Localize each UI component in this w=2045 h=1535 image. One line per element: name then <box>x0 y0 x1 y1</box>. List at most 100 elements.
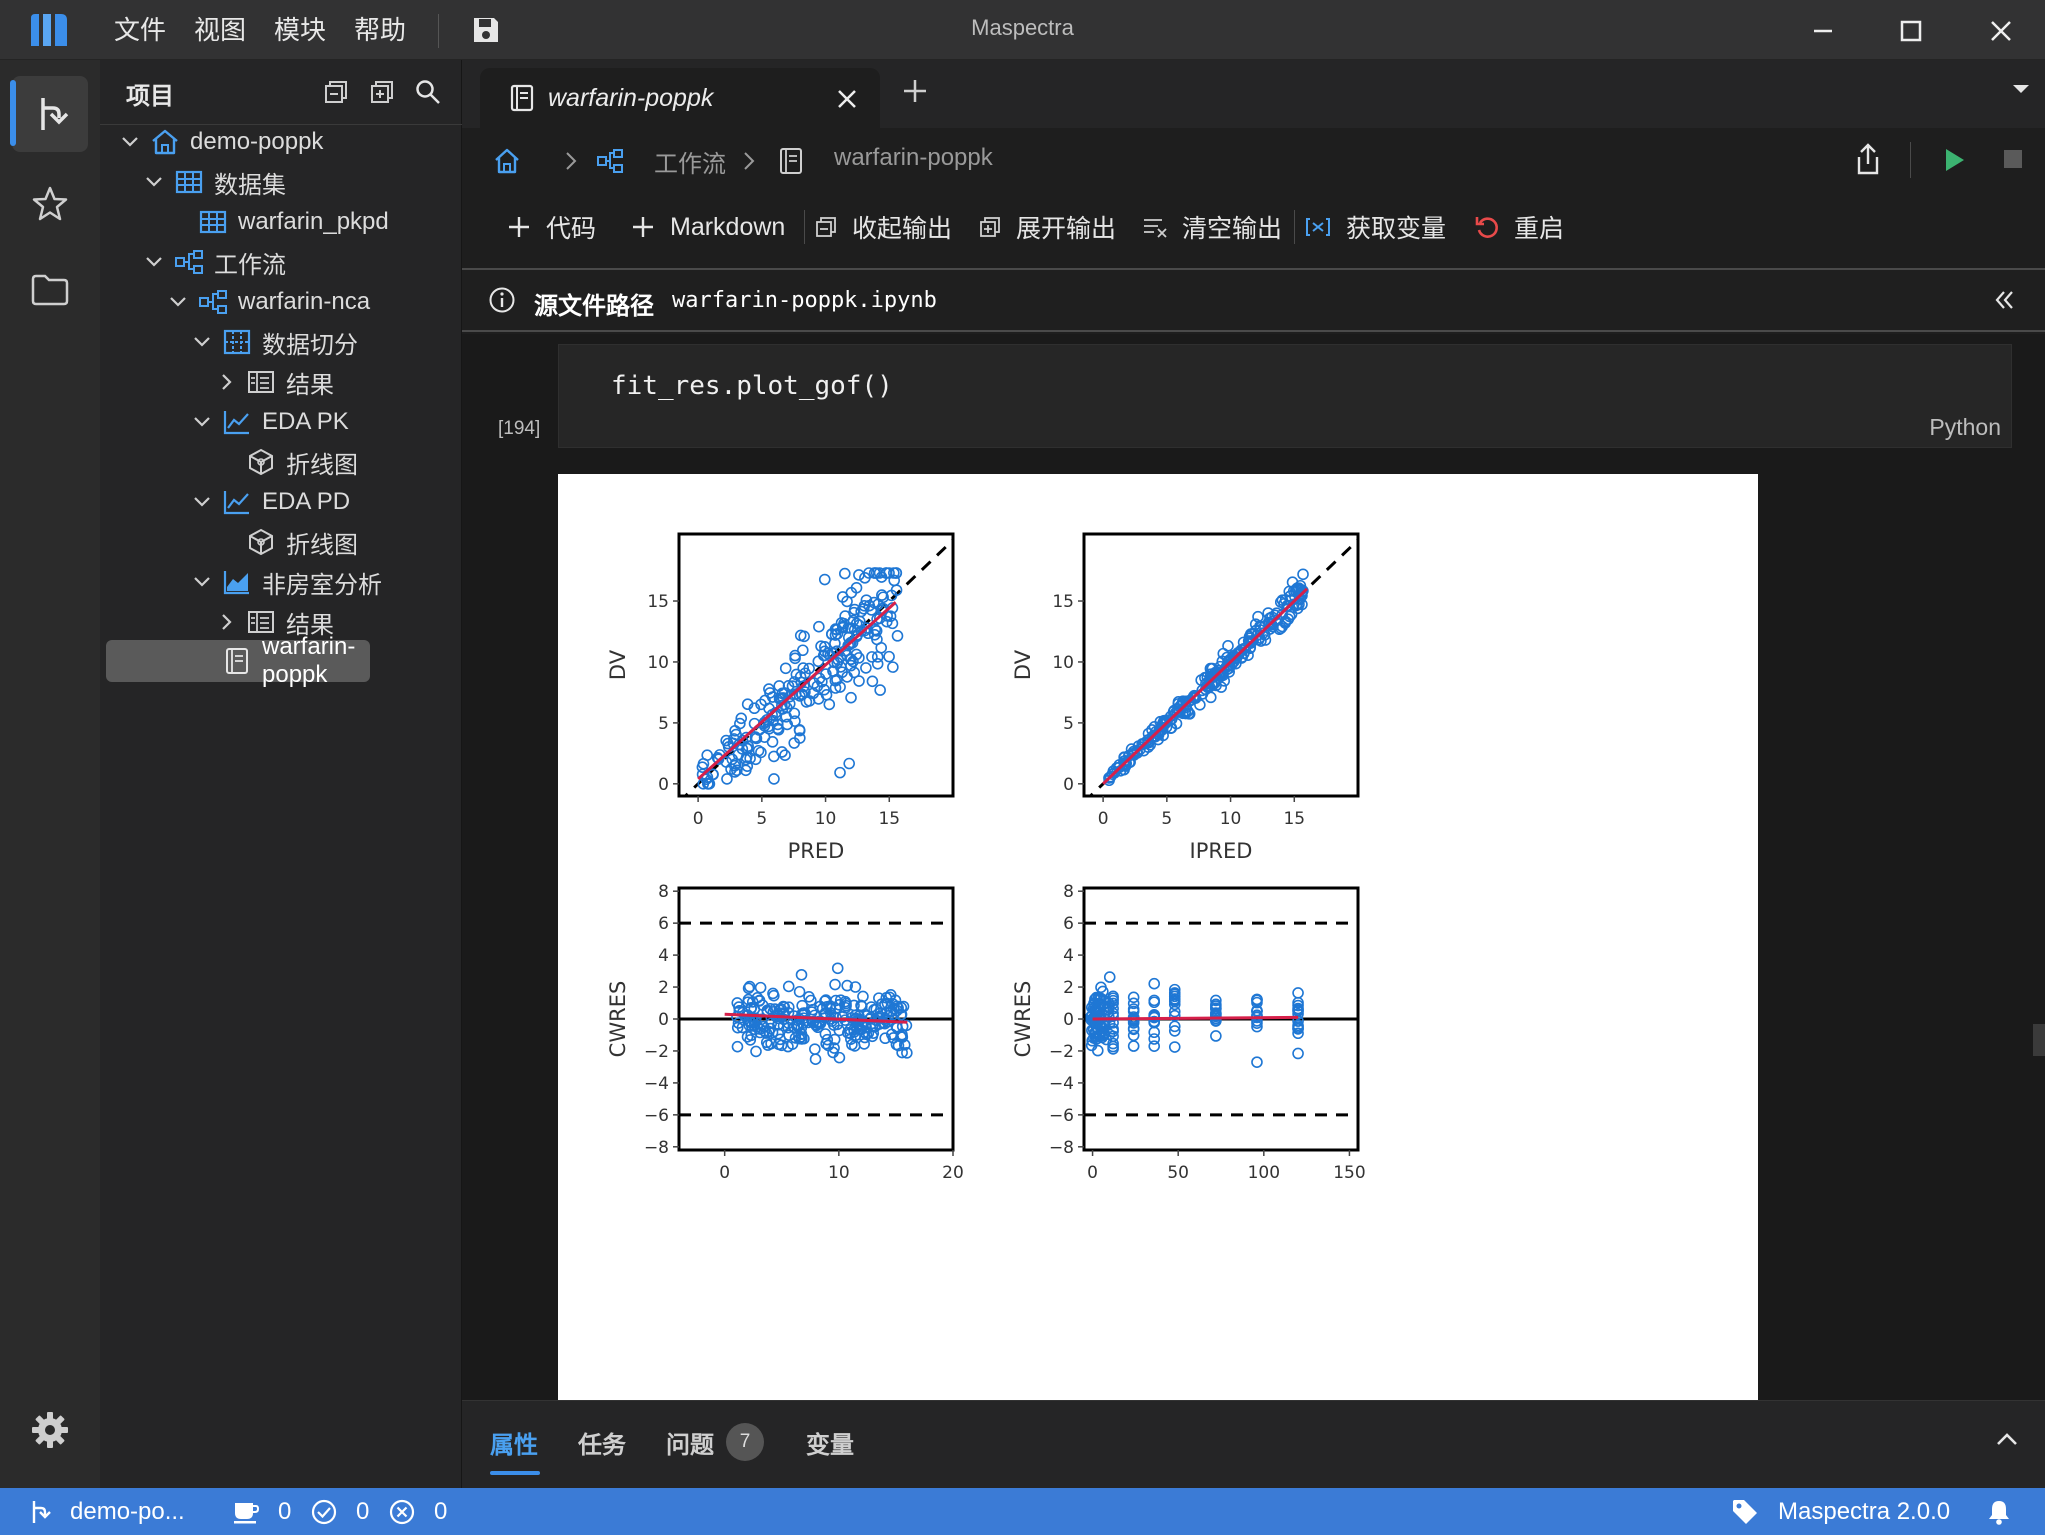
search-icon[interactable] <box>414 78 442 106</box>
chevron-down-icon[interactable] <box>118 130 142 154</box>
share-icon[interactable] <box>1854 142 1882 176</box>
tab-properties[interactable]: 属性 <box>490 1425 538 1460</box>
tab-tasks[interactable]: 任务 <box>578 1425 626 1460</box>
gof-panel: 0 5 10 15 0 5 10 15 PRED DV <box>606 532 955 863</box>
y-tick-label: 4 <box>658 946 669 966</box>
line-chart-icon <box>223 491 249 515</box>
chevron-down-icon[interactable] <box>190 330 214 354</box>
chevron-down-icon[interactable] <box>166 290 190 314</box>
tree-item[interactable]: 非房室分析 <box>106 562 452 602</box>
tree-item[interactable]: EDA PD <box>106 482 452 522</box>
chevron-down-icon[interactable] <box>190 410 214 434</box>
chevron-down-icon[interactable] <box>142 250 166 274</box>
tab-warfarin-poppk[interactable]: warfarin-poppk <box>480 68 880 128</box>
status-errors[interactable]: 0 <box>388 1488 447 1535</box>
x-tick-label: 20 <box>942 1163 964 1183</box>
menu-view[interactable]: 视图 <box>190 12 250 48</box>
x-tick-label: 0 <box>1098 809 1109 829</box>
home-icon[interactable] <box>492 146 522 176</box>
status-kernels[interactable]: 0 <box>232 1488 291 1535</box>
favorites-button[interactable] <box>24 178 76 230</box>
add-code-button[interactable]: 代码 <box>506 206 596 248</box>
get-variables-button[interactable]: 获取变量 <box>1304 206 1446 248</box>
stop-icon[interactable] <box>2002 148 2024 170</box>
data-point <box>874 684 886 696</box>
save-icon[interactable] <box>470 14 502 46</box>
tree-item[interactable]: 折线图 <box>106 522 452 562</box>
add-code-label: 代码 <box>546 215 597 243</box>
chevron-down-icon[interactable] <box>190 570 214 594</box>
active-tab-indicator <box>490 1471 540 1475</box>
status-project[interactable]: demo-po... <box>26 1488 185 1535</box>
menu-help[interactable]: 帮助 <box>350 12 410 48</box>
chevron-right-icon[interactable] <box>214 610 238 634</box>
tree-item[interactable]: EDA PK <box>106 402 452 442</box>
chevron-right-icon[interactable] <box>214 370 238 394</box>
data-point <box>793 985 806 998</box>
code-cell[interactable]: fit_res.plot_gof() Python <box>558 344 2012 448</box>
y-tick-label: −6 <box>1049 1106 1074 1126</box>
breadcrumb-notebook[interactable]: warfarin-poppk <box>834 144 993 172</box>
add-markdown-button[interactable]: Markdown <box>630 206 785 248</box>
chevron-up-icon[interactable] <box>1995 1431 2019 1447</box>
tree-item[interactable]: warfarin_pkpd <box>106 202 452 242</box>
tab-variables[interactable]: 变量 <box>806 1425 854 1460</box>
tree-item[interactable]: warfarin-poppk <box>106 633 370 688</box>
tree-item[interactable]: warfarin-nca <box>106 282 452 322</box>
chevron-down-icon[interactable] <box>142 170 166 194</box>
x-tick-label: 0 <box>693 809 704 829</box>
clear-output-button[interactable]: 清空输出 <box>1142 206 1282 248</box>
data-point <box>768 750 780 763</box>
close-window-icon[interactable] <box>1984 14 2018 48</box>
x-tick-label: 10 <box>828 1163 850 1183</box>
data-point <box>883 650 895 663</box>
tree-item[interactable]: demo-poppk <box>106 122 452 162</box>
collapse-output-button[interactable]: 收起输出 <box>814 206 952 248</box>
clear-output-label: 清空输出 <box>1182 215 1283 243</box>
data-point <box>833 1051 846 1064</box>
notebook-icon <box>510 84 534 112</box>
tree-item[interactable]: 结果 <box>106 362 452 402</box>
chevron-down-icon[interactable] <box>2011 82 2031 96</box>
collapse-all-icon[interactable] <box>322 78 350 106</box>
expand-output-button[interactable]: 展开输出 <box>978 206 1116 248</box>
tree-item[interactable]: 数据集 <box>106 162 452 202</box>
x-axis-label: PRED <box>788 839 845 863</box>
scrollbar-thumb[interactable] <box>2033 1024 2045 1056</box>
breadcrumb-workflow[interactable]: 工作流 <box>654 144 726 179</box>
tab-problems[interactable]: 问题 <box>666 1425 714 1460</box>
close-tab-icon[interactable] <box>834 86 860 112</box>
project-explorer-button[interactable] <box>24 88 76 140</box>
status-version[interactable]: Maspectra 2.0.0 <box>1730 1488 1950 1535</box>
expand-all-icon[interactable] <box>368 78 396 106</box>
tree-item[interactable]: 数据切分 <box>106 322 452 362</box>
table-icon <box>199 210 227 234</box>
double-chevron-left-icon[interactable] <box>1993 288 2017 312</box>
data-point <box>823 698 836 711</box>
new-tab-icon[interactable] <box>900 76 930 106</box>
gear-icon <box>32 1412 68 1448</box>
settings-button[interactable] <box>24 1404 76 1456</box>
gof-panel: 0 5 10 15 0 5 10 15 IPRED DV <box>1011 532 1360 863</box>
minimize-icon[interactable] <box>1806 14 1840 48</box>
notifications-button[interactable] <box>1986 1488 2012 1535</box>
menu-file[interactable]: 文件 <box>110 12 170 48</box>
data-point <box>860 662 872 674</box>
notebook-editor: [194] fit_res.plot_gof() Python 0 5 10 15 0 5… <box>462 334 2045 1400</box>
notebook-icon <box>780 148 802 174</box>
cell-language[interactable]: Python <box>1929 414 2001 441</box>
run-icon[interactable] <box>1942 146 1966 174</box>
status-success[interactable]: 0 <box>310 1488 369 1535</box>
toolbar-divider <box>1294 210 1295 244</box>
cell-code[interactable]: fit_res.plot_gof() <box>611 371 893 401</box>
menu-module[interactable]: 模块 <box>270 12 330 48</box>
maximize-icon[interactable] <box>1894 14 1928 48</box>
data-point <box>1168 1041 1181 1053</box>
tree-item[interactable]: 折线图 <box>106 442 452 482</box>
chevron-down-icon[interactable] <box>190 490 214 514</box>
tree-item[interactable]: 工作流 <box>106 242 452 282</box>
tab-label: warfarin-poppk <box>548 83 714 112</box>
files-button[interactable] <box>24 264 76 316</box>
restart-button[interactable]: 重启 <box>1474 206 1564 248</box>
